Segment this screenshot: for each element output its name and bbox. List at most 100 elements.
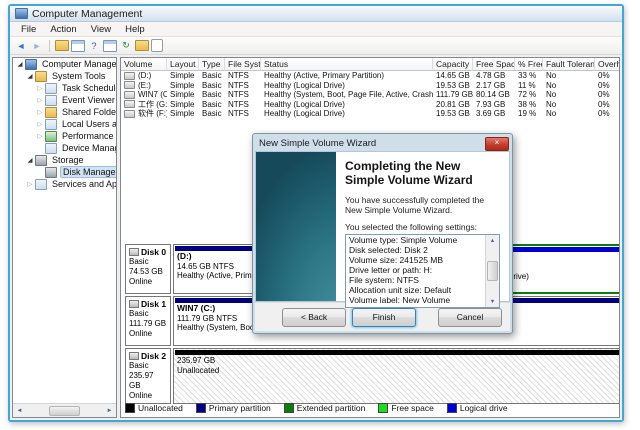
sidebar-item-device-manager[interactable]: Device Manager <box>13 142 116 154</box>
column-header[interactable]: File System <box>225 58 261 71</box>
column-header[interactable]: % Free <box>515 58 543 71</box>
tree-item-label: Task Scheduler <box>62 83 116 93</box>
cell-overhead: 0% <box>598 90 610 100</box>
column-header[interactable]: Type <box>199 58 225 71</box>
column-header[interactable]: Free Space <box>473 58 515 71</box>
tree-h-scrollbar[interactable]: ◄ ► <box>13 403 116 417</box>
back-button[interactable]: < Back <box>282 307 346 327</box>
cell-fault: No <box>546 90 557 100</box>
menu-item-view[interactable]: View <box>84 24 118 35</box>
sidebar-item-system-tools[interactable]: ◢ System Tools <box>13 70 116 82</box>
action-pane-icon[interactable] <box>103 39 117 52</box>
cell-fs: NTFS <box>228 90 249 100</box>
legend-color-swatch <box>378 403 389 413</box>
properties-icon[interactable] <box>135 40 149 51</box>
dialog-title-bar[interactable]: New Simple Volume Wizard × <box>255 136 510 151</box>
tree-item-label: Disk Management <box>60 166 116 178</box>
legend-label: Free space <box>391 403 434 413</box>
column-header[interactable]: Layout <box>167 58 199 71</box>
sidebar-item-performance[interactable]: ▷ Performance <box>13 130 116 142</box>
cell-free: 4.78 GB <box>476 71 506 81</box>
scroll-down-icon[interactable]: ▼ <box>486 296 499 307</box>
tree-collapsed-arrow-icon[interactable]: ▷ <box>36 96 44 104</box>
settings-line: File system: NTFS <box>349 275 419 285</box>
wizard-art-panel <box>256 152 336 301</box>
export-list-icon[interactable] <box>55 40 69 51</box>
scroll-thumb[interactable] <box>487 261 498 281</box>
table-row[interactable]: (E:) Simple Basic NTFS Healthy (Logical Driv… <box>121 81 619 91</box>
disk-name: Disk 1 <box>129 299 167 309</box>
console-tree: ◢ Computer Management (Local ◢ System Tools… <box>13 58 116 190</box>
sidebar-item-storage[interactable]: ◢ Storage <box>13 154 116 166</box>
column-header[interactable]: Capacity <box>433 58 473 71</box>
table-row[interactable]: (D:) Simple Basic NTFS Healthy (Active, Prim… <box>121 71 619 81</box>
column-header[interactable]: Status <box>261 58 433 71</box>
legend-label: Unallocated <box>138 403 183 413</box>
disk-management-icon <box>45 166 57 178</box>
back-icon[interactable]: ◄ <box>14 39 28 52</box>
settings-scrollbar[interactable]: ▲ ▼ <box>485 235 499 307</box>
disk-info-line: Online <box>129 277 153 286</box>
sidebar-item-event-viewer[interactable]: ▷ Event Viewer <box>13 94 116 106</box>
tree-collapsed-arrow-icon[interactable]: ▷ <box>36 120 44 128</box>
sidebar-item-task-scheduler[interactable]: ▷ Task Scheduler <box>13 82 116 94</box>
tree-collapsed-arrow-icon[interactable]: ▷ <box>36 84 44 92</box>
cell-fs: NTFS <box>228 71 249 81</box>
cell-fault: No <box>546 99 557 109</box>
refresh-icon[interactable]: ↻ <box>119 39 133 52</box>
menu-item-file[interactable]: File <box>14 24 43 35</box>
cell-pct: 38 % <box>518 99 537 109</box>
disk-tools-icon[interactable] <box>151 39 163 52</box>
settings-line: Drive letter or path: H: <box>349 265 433 275</box>
computer-icon <box>25 58 37 70</box>
finish-button[interactable]: Finish <box>352 307 416 327</box>
scroll-right-icon[interactable]: ► <box>103 405 116 417</box>
menu-item-action[interactable]: Action <box>43 24 83 35</box>
table-row[interactable]: 软件 (F:) Simple Basic NTFS Healthy (Logical D… <box>121 109 619 119</box>
close-icon[interactable]: × <box>485 136 509 151</box>
menu-item-help[interactable]: Help <box>118 24 152 35</box>
scroll-up-icon[interactable]: ▲ <box>486 235 499 246</box>
cell-free: 80.14 GB <box>476 90 510 100</box>
console-tree-icon[interactable] <box>71 39 85 52</box>
column-header[interactable]: Fault Tolerance <box>543 58 595 71</box>
sidebar-item-shared-folders[interactable]: ▷ Shared Folders <box>13 106 116 118</box>
scroll-left-icon[interactable]: ◄ <box>13 405 26 417</box>
cell-layout: Simple <box>170 80 195 90</box>
legend-bar: Unallocated Primary partition Extended par… <box>125 401 508 415</box>
scroll-thumb[interactable] <box>49 405 81 416</box>
tree-collapsed-arrow-icon[interactable]: ▷ <box>36 132 44 140</box>
sidebar-item-services-and-applications[interactable]: ▷ Services and Applications <box>13 178 116 190</box>
settings-listbox[interactable]: Volume type: Simple Volume Disk selected:… <box>345 234 500 308</box>
tree-expanded-arrow-icon[interactable]: ◢ <box>16 60 24 68</box>
tree-expanded-arrow-icon[interactable]: ◢ <box>26 72 34 80</box>
tree-collapsed-arrow-icon[interactable]: ▷ <box>26 180 34 188</box>
cell-overhead: 0% <box>598 109 610 119</box>
partition-unallocated[interactable]: 235.97 GB Unallocated <box>173 348 619 404</box>
disk-row-disk-2: Disk 2 Basic 235.97 GB Online 235.97 GB Unall… <box>125 348 619 404</box>
sidebar-item-local-users-and-groups[interactable]: ▷ Local Users and Groups <box>13 118 116 130</box>
table-row[interactable]: WIN7 (C:)SimpleBasicNTFSHealthy (System,… <box>121 90 619 100</box>
cancel-button[interactable]: Cancel <box>438 307 502 327</box>
shared-folders-icon <box>45 106 57 118</box>
scroll-track[interactable] <box>26 405 103 417</box>
title-bar[interactable]: Computer Management <box>10 6 622 22</box>
disk-label[interactable]: Disk 1 Basic 111.79 GB Online <box>125 296 171 346</box>
settings-line: Allocation unit size: Default <box>349 285 452 295</box>
table-row[interactable]: 工作 (G:) Simple Basic NTFS Healthy (Logical D… <box>121 100 619 110</box>
cell-status: Healthy (Logical Drive) <box>264 109 345 119</box>
legend-label: Logical drive <box>459 403 508 413</box>
help-icon[interactable]: ? <box>87 39 101 52</box>
sidebar-item-disk-management[interactable]: Disk Management <box>13 166 116 178</box>
disk-label[interactable]: Disk 2 Basic 235.97 GB Online <box>125 348 171 404</box>
forward-icon[interactable]: ► <box>30 39 44 52</box>
tree-expanded-arrow-icon[interactable]: ◢ <box>26 156 34 164</box>
sidebar-item-computer-management-local[interactable]: ◢ Computer Management (Local <box>13 58 116 70</box>
cell-layout: Simple <box>170 71 195 81</box>
disk-label[interactable]: Disk 0 Basic 74.53 GB Online <box>125 244 171 294</box>
tree-collapsed-arrow-icon[interactable]: ▷ <box>36 108 44 116</box>
disk-icon <box>129 300 139 308</box>
column-header[interactable]: Volume <box>121 58 167 71</box>
column-header[interactable]: Overhead <box>595 58 619 71</box>
cell-capacity: 19.53 GB <box>436 109 470 119</box>
